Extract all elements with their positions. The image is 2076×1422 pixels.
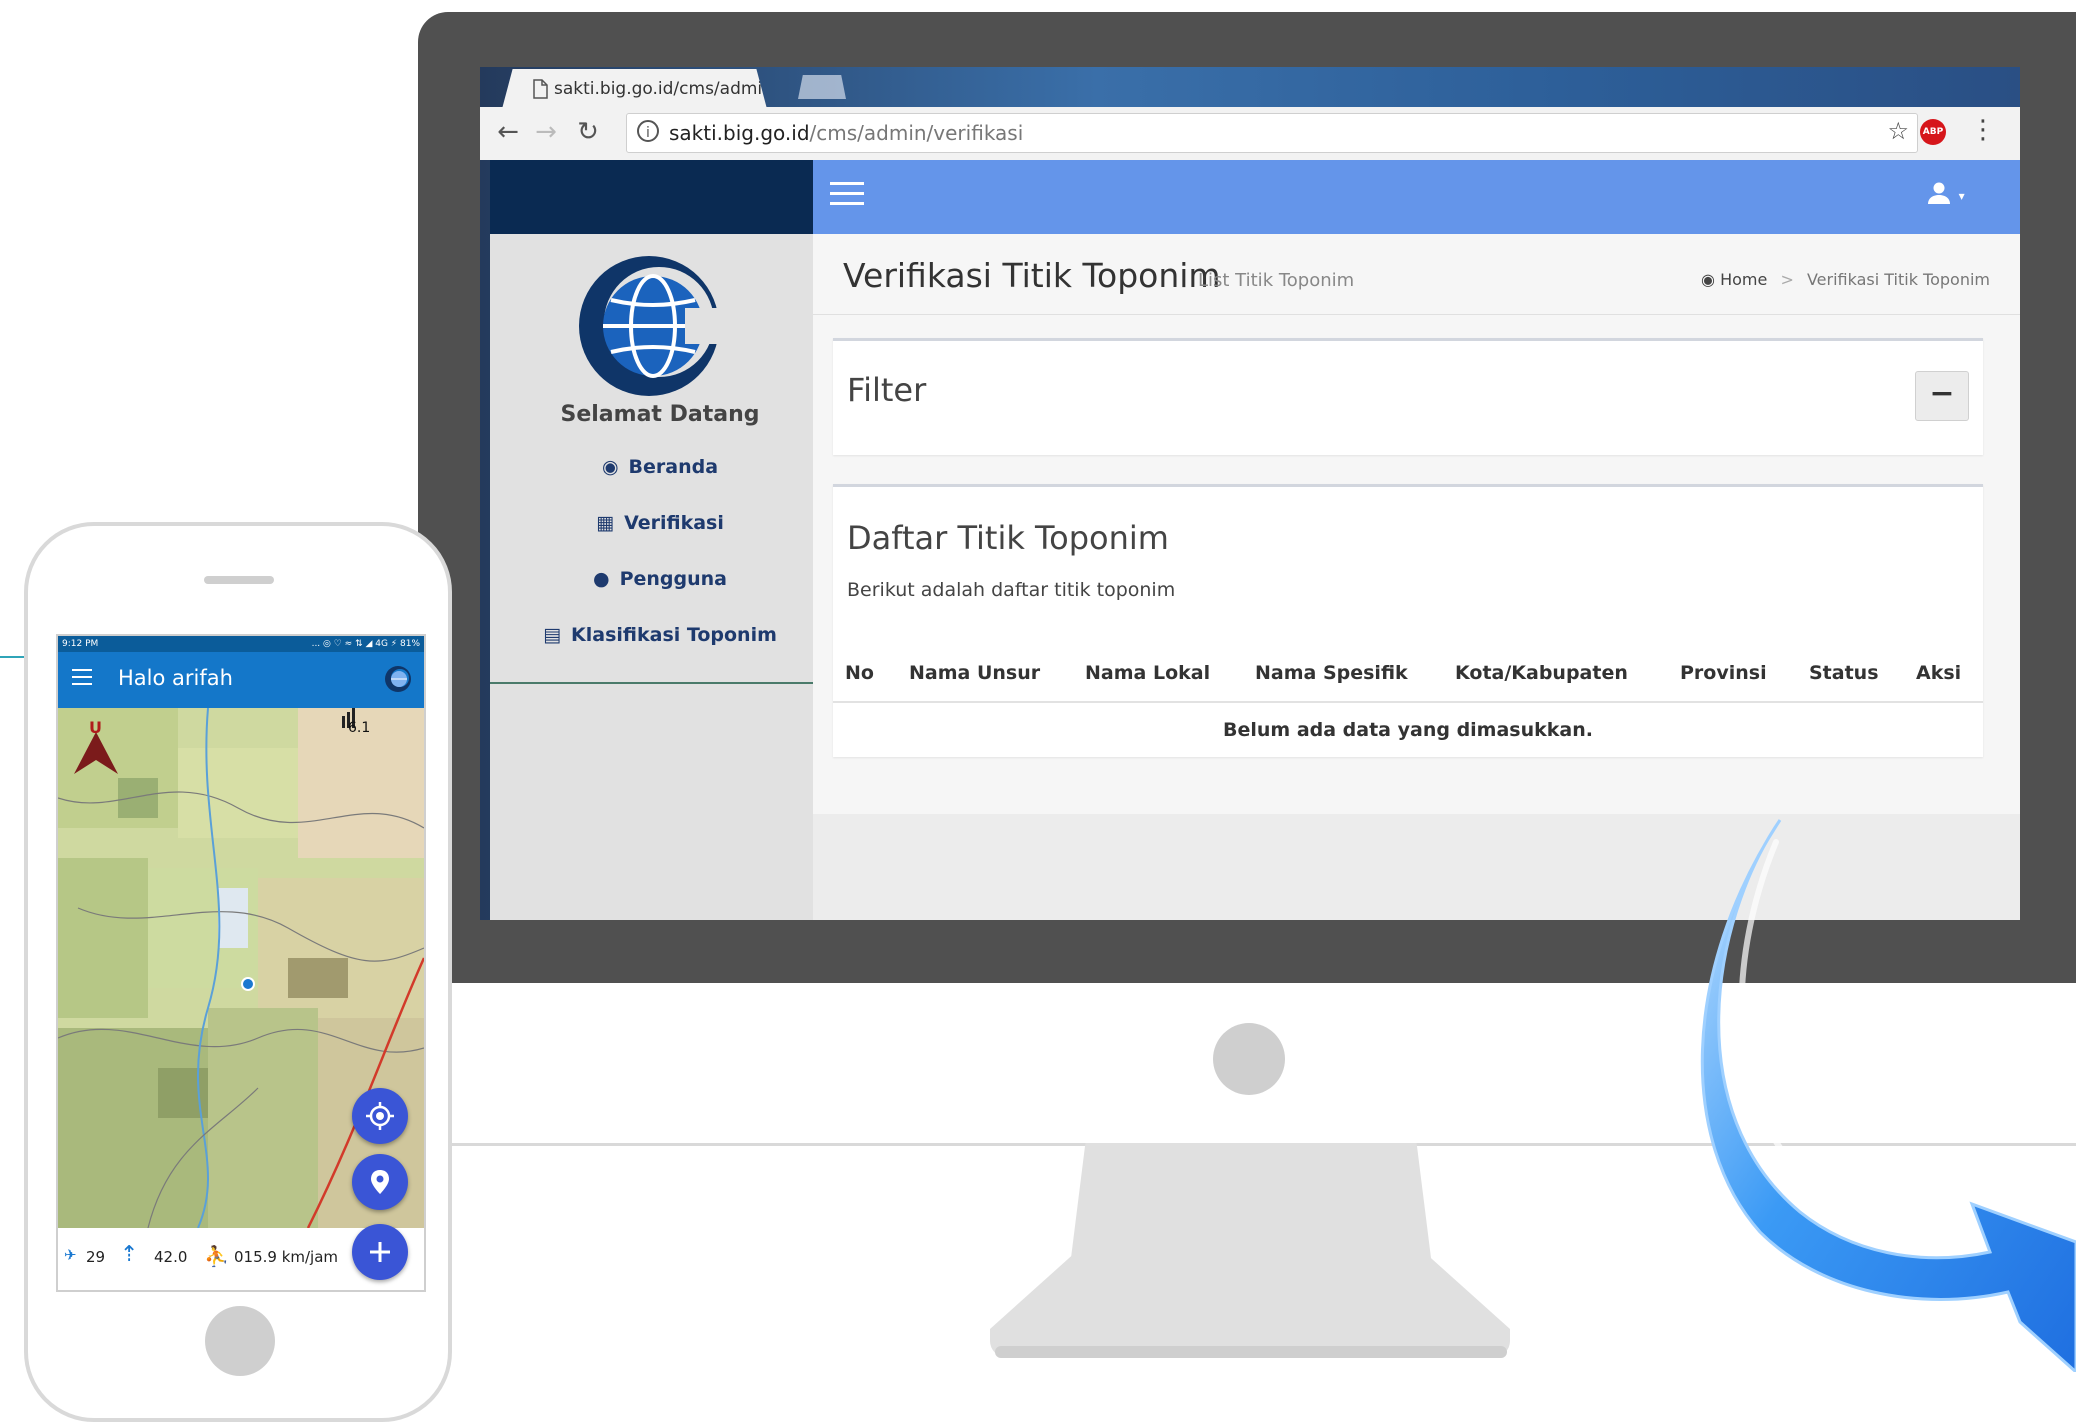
- table-empty-message: Belum ada data yang dimasukkan.: [1223, 719, 1593, 741]
- my-location-button[interactable]: [352, 1088, 408, 1144]
- browser-menu-icon[interactable]: ⋮: [1970, 115, 1996, 145]
- address-url: sakti.big.go.id/cms/admin/verifikasi: [669, 121, 1023, 145]
- sidebar-item-label: Pengguna: [619, 568, 727, 590]
- monitor-stand-base: [990, 1245, 1510, 1357]
- sidebar-item-beranda[interactable]: ◉ Beranda: [490, 456, 830, 478]
- monitor-stand-shadow: [995, 1346, 1507, 1358]
- monitor-logo: [1213, 1023, 1285, 1095]
- forward-arrow-icon[interactable]: →: [530, 116, 562, 148]
- filter-box: Filter −: [833, 338, 1983, 455]
- url-host: sakti.big.go.id: [669, 121, 810, 145]
- sidebar: Selamat Datang ◉ Beranda ▦ Verifikasi ● Pen…: [490, 234, 813, 920]
- dashboard-icon: ◉: [601, 456, 619, 478]
- sidebar-item-pengguna[interactable]: ● Pengguna: [490, 568, 830, 590]
- adblock-icon[interactable]: ABP: [1920, 119, 1946, 145]
- web-page: ▾ Selamat Datang ◉ Beranda ▦ Verifikasi: [490, 160, 2020, 920]
- browser-toolbar: ← → ↻ i sakti.big.go.id/cms/admin/verifi…: [480, 107, 2020, 160]
- main-content: Verifikasi Titik Toponim List Titik Topo…: [813, 234, 2020, 814]
- bookmark-star-icon[interactable]: ☆: [1887, 117, 1909, 145]
- caret-down-icon: ▾: [1958, 189, 1965, 203]
- speed-value: 015.9 km/jam: [234, 1248, 339, 1266]
- admin-logo-bar: [490, 160, 813, 234]
- table-icon: ▦: [596, 512, 615, 534]
- sidebar-item-label: Verifikasi: [624, 512, 724, 534]
- column-header-nama-lokal[interactable]: Nama Lokal: [1085, 662, 1210, 684]
- sidebar-toggle-icon[interactable]: [830, 182, 864, 210]
- app-title: Halo arifah: [118, 666, 233, 690]
- column-header-aksi[interactable]: Aksi: [1916, 662, 1961, 684]
- url-path: /cms/admin/verifikasi: [809, 121, 1024, 145]
- user-icon: [1928, 182, 1950, 204]
- table-header-divider: [833, 701, 1983, 703]
- back-arrow-icon[interactable]: ←: [492, 116, 524, 148]
- sidebar-item-label: Beranda: [628, 456, 719, 478]
- collapse-button[interactable]: −: [1915, 371, 1969, 421]
- phone-screen: 9:12 PM ... ◎ ♡ ≈ ⇅ ◢ 4G ⚡ 81% Halo arif…: [56, 634, 426, 1292]
- filter-box-title: Filter: [847, 371, 927, 409]
- status-icons: ... ◎ ♡ ≈ ⇅ ◢ 4G ⚡ 81%: [311, 639, 420, 649]
- curved-arrow-icon: [1700, 819, 2076, 1372]
- menu-icon[interactable]: [72, 669, 92, 690]
- app-logo-icon[interactable]: [383, 664, 413, 694]
- welcome-text: Selamat Datang: [560, 402, 760, 427]
- info-icon[interactable]: i: [637, 120, 659, 142]
- breadcrumb-current: Verifikasi Titik Toponim: [1806, 270, 1990, 289]
- phone-home-button[interactable]: [205, 1306, 275, 1376]
- tab-close-icon[interactable]: ×: [782, 75, 799, 99]
- topographic-map[interactable]: [58, 708, 424, 1228]
- new-tab-button[interactable]: [798, 75, 846, 99]
- reload-icon[interactable]: ↻: [572, 116, 604, 148]
- list-box-description: Berikut adalah daftar titik toponim: [847, 579, 1176, 601]
- list-box-title: Daftar Titik Toponim: [847, 519, 1169, 557]
- sidebar-divider: [490, 682, 813, 684]
- page-icon: [533, 79, 548, 99]
- browser-window: sakti.big.go.id/cms/admi × ← → ↻ i sakti…: [480, 67, 2020, 920]
- list-box: Daftar Titik Toponim Berikut adalah daft…: [833, 484, 1983, 757]
- satellite-count: 29: [86, 1248, 106, 1266]
- page-title: Verifikasi Titik Toponim: [843, 256, 1221, 295]
- column-header-no[interactable]: No: [845, 662, 874, 684]
- column-header-nama-unsur[interactable]: Nama Unsur: [909, 662, 1040, 684]
- sidebar-item-verifikasi[interactable]: ▦ Verifikasi: [490, 512, 830, 534]
- phone-speaker: [204, 576, 274, 584]
- monitor-stand-neck: [1071, 1143, 1431, 1258]
- dashboard-icon: ◉: [1701, 270, 1715, 289]
- breadcrumb: ◉ Home > Verifikasi Titik Toponim: [1701, 270, 1990, 289]
- gps-signal-value: 6.1: [348, 720, 371, 736]
- satellite-icon: ✈: [64, 1246, 77, 1264]
- running-speed-icon: ⛹: [204, 1244, 229, 1268]
- list-icon: ▤: [543, 624, 562, 646]
- sidebar-item-label: Klasifikasi Toponim: [571, 624, 777, 646]
- sidebar-item-klasifikasi-toponim[interactable]: ▤ Klasifikasi Toponim: [490, 624, 830, 646]
- map-pin-icon: [371, 1170, 389, 1194]
- admin-topbar: [813, 160, 2020, 234]
- breadcrumb-home[interactable]: Home: [1720, 270, 1767, 289]
- breadcrumb-separator: >: [1780, 270, 1794, 289]
- place-marker-button[interactable]: [352, 1154, 408, 1210]
- user-icon: ●: [592, 568, 610, 590]
- my-location-icon: [366, 1102, 394, 1130]
- add-button[interactable]: [352, 1224, 408, 1280]
- plus-icon: [370, 1242, 390, 1262]
- user-menu[interactable]: ▾: [1927, 178, 1965, 206]
- big-globe-logo: [579, 256, 727, 396]
- phone-status-bar: 9:12 PM ... ◎ ♡ ≈ ⇅ ◢ 4G ⚡ 81%: [58, 636, 424, 652]
- altitude-icon: ⇡: [120, 1242, 139, 1267]
- app-bar: Halo arifah: [58, 652, 424, 708]
- page-subtitle: List Titik Toponim: [1198, 270, 1355, 291]
- status-time: 9:12 PM: [62, 639, 99, 649]
- address-bar[interactable]: i sakti.big.go.id/cms/admin/verifikasi ☆: [626, 113, 1918, 153]
- compass-north-label: U: [89, 718, 102, 737]
- column-header-kota-kabupaten[interactable]: Kota/Kabupaten: [1455, 662, 1628, 684]
- tab-title: sakti.big.go.id/cms/admi: [554, 79, 763, 99]
- column-header-status[interactable]: Status: [1809, 662, 1879, 684]
- browser-tab[interactable]: sakti.big.go.id/cms/admi ×: [502, 69, 767, 109]
- title-divider: [813, 314, 2020, 315]
- column-header-provinsi[interactable]: Provinsi: [1680, 662, 1767, 684]
- altitude-value: 42.0: [154, 1248, 188, 1266]
- column-header-nama-spesifik[interactable]: Nama Spesifik: [1255, 662, 1408, 684]
